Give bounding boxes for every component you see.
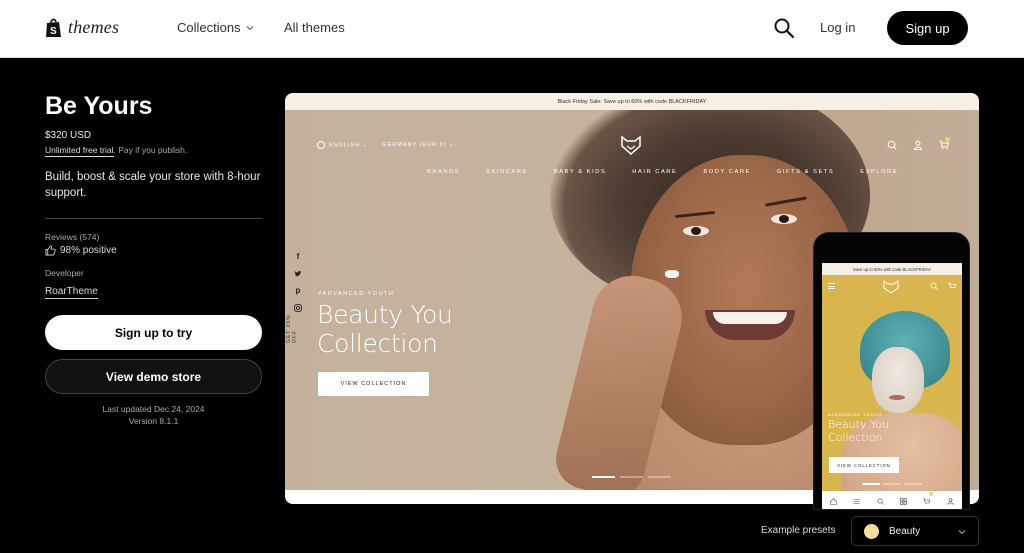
pinterest-icon[interactable]: p — [294, 287, 302, 295]
hero-title: Beauty You Collection — [317, 300, 453, 358]
menu-item-baby-kids[interactable]: BABY & KIDS — [554, 169, 606, 175]
menu-item-body-care[interactable]: BODY CARE — [703, 169, 751, 175]
chevron-down-icon — [958, 530, 966, 535]
signup-button[interactable]: Sign up — [887, 11, 968, 45]
facebook-icon[interactable]: f — [294, 253, 302, 261]
mobile-header — [822, 279, 962, 295]
mobile-hero-title: Beauty You Collection — [828, 418, 889, 444]
logo-text: themes — [68, 17, 120, 37]
account-icon[interactable] — [913, 140, 923, 150]
mobile-slide-indicator-2[interactable] — [883, 483, 901, 485]
mobile-slide-indicators — [862, 483, 922, 485]
account-icon[interactable] — [947, 497, 954, 505]
last-updated: Last updated Dec 24, 2024 — [102, 404, 205, 414]
theme-price: $320 USD — [45, 130, 92, 141]
mobile-preview[interactable]: Save up to 60% with code BLACKFRIDAY #AD… — [813, 232, 970, 510]
mobile-announcement-bar: Save up to 60% with code BLACKFRIDAY — [822, 263, 962, 275]
hero-title-line-2: Collection — [317, 329, 438, 358]
view-demo-store-button[interactable]: View demo store — [45, 359, 262, 394]
hero-tag: #ADVANCED YOUTH — [318, 291, 395, 297]
language-selector[interactable]: ENGLISH ⌄ — [317, 141, 368, 149]
hamburger-icon[interactable] — [828, 283, 835, 289]
locale-selectors: ENGLISH ⌄ GERMANY (EUR €) ⌄ — [317, 141, 455, 149]
search-icon[interactable] — [877, 497, 884, 505]
search-icon[interactable] — [773, 17, 795, 39]
menu-item-skincare[interactable]: SKINCARE — [486, 169, 528, 175]
theme-info-panel: Be Yours $320 USD Unlimited free trial. … — [45, 90, 262, 427]
developer-label: Developer — [45, 268, 84, 278]
example-presets-label: Example presets — [761, 525, 836, 536]
menu-icon[interactable] — [853, 498, 860, 505]
collections-label: Collections — [177, 20, 241, 35]
announcement-bar: Black Friday Sale: Save up to 60% with c… — [285, 93, 979, 110]
store-logo-icon[interactable] — [883, 280, 899, 294]
developer-link[interactable]: RoarTheme — [45, 286, 98, 299]
preset-selected-value: Beauty — [889, 525, 921, 537]
sign-up-to-try-button[interactable]: Sign up to try — [45, 315, 262, 350]
menu-item-hair-care[interactable]: HAIR CARE — [632, 169, 677, 175]
search-icon[interactable] — [887, 140, 897, 150]
preset-color-swatch — [864, 523, 879, 539]
side-promo-tab[interactable]: GET 20% OFF — [286, 303, 298, 343]
shop-grid-icon[interactable] — [900, 497, 907, 505]
mobile-hero-lips — [889, 395, 905, 400]
slide-indicator-3[interactable] — [648, 476, 671, 478]
update-info: Last updated Dec 24, 2024 Version 8.1.1 — [45, 403, 262, 427]
reviews-value: 98% positive — [60, 245, 117, 256]
trial-note: . Pay if you publish. — [113, 145, 188, 155]
mobile-view-collection-button[interactable]: VIEW COLLECTION — [829, 457, 899, 473]
mobile-slide-indicator-1[interactable] — [862, 483, 880, 485]
theme-title: Be Yours — [45, 92, 153, 120]
menu-item-gifts-sets[interactable]: GIFTS & SETS — [777, 169, 834, 175]
thumbs-up-icon — [45, 245, 56, 256]
mobile-hero-face — [872, 347, 924, 413]
country-selector[interactable]: GERMANY (EUR €) ⌄ — [382, 142, 454, 148]
all-themes-link[interactable]: All themes — [284, 20, 345, 35]
globe-icon — [317, 141, 325, 149]
chevron-down-icon — [246, 25, 253, 30]
store-menu: BRANDS SKINCARE BABY & KIDS HAIR CARE BO… — [427, 169, 924, 175]
hero-image-eye — [683, 226, 709, 236]
trial-info: Unlimited free trial. Pay if you publish… — [45, 145, 262, 157]
header-icons — [887, 140, 949, 150]
mobile-hero-title-line-1: Beauty You — [828, 418, 889, 431]
view-collection-button[interactable]: VIEW COLLECTION — [318, 372, 429, 396]
mobile-cart-badge — [929, 492, 933, 496]
search-icon[interactable] — [930, 282, 938, 290]
country-value: GERMANY (EUR €) — [382, 142, 447, 148]
mobile-tab-bar — [822, 491, 962, 509]
top-nav: S themes Collections All themes Log in S… — [0, 0, 1024, 58]
mobile-hero-title-line-2: Collection — [828, 431, 883, 444]
menu-item-explore[interactable]: EXPLORE — [860, 169, 898, 175]
slide-indicator-1[interactable] — [592, 476, 615, 478]
shopify-bag-icon: S — [46, 18, 61, 37]
theme-description: Build, boost & scale your store with 8-h… — [45, 169, 262, 219]
collections-dropdown[interactable]: Collections — [177, 20, 254, 35]
mobile-hero-image — [842, 303, 962, 509]
menu-item-brands[interactable]: BRANDS — [427, 169, 460, 175]
mobile-slide-indicator-3[interactable] — [904, 483, 922, 485]
language-value: ENGLISH — [329, 142, 361, 149]
store-logo-icon[interactable] — [620, 134, 642, 156]
mobile-hero-tag: #ADVANCED YOUTH — [828, 412, 883, 417]
free-trial-link[interactable]: Unlimited free trial — [45, 145, 114, 157]
slide-indicator-2[interactable] — [620, 476, 643, 478]
hero-image-cream — [665, 270, 679, 278]
cart-icon[interactable] — [948, 282, 956, 290]
cart-icon[interactable] — [923, 498, 931, 505]
hero-title-line-1: Beauty You — [317, 300, 453, 329]
version: Version 8.1.1 — [128, 416, 179, 426]
svg-text:S: S — [50, 26, 57, 37]
cart-count-badge — [945, 137, 950, 142]
shopify-themes-logo[interactable]: S themes — [45, 17, 119, 38]
slide-indicators — [592, 476, 671, 478]
twitter-icon[interactable] — [294, 270, 302, 278]
hero-image-eye — [771, 214, 797, 224]
preset-select[interactable]: Beauty — [851, 516, 979, 546]
home-icon[interactable] — [830, 497, 837, 505]
reviews-label: Reviews (574) — [45, 232, 100, 242]
login-link[interactable]: Log in — [820, 20, 855, 35]
reviews-summary[interactable]: 98% positive — [45, 245, 262, 256]
mobile-screen: Save up to 60% with code BLACKFRIDAY #AD… — [822, 263, 962, 509]
